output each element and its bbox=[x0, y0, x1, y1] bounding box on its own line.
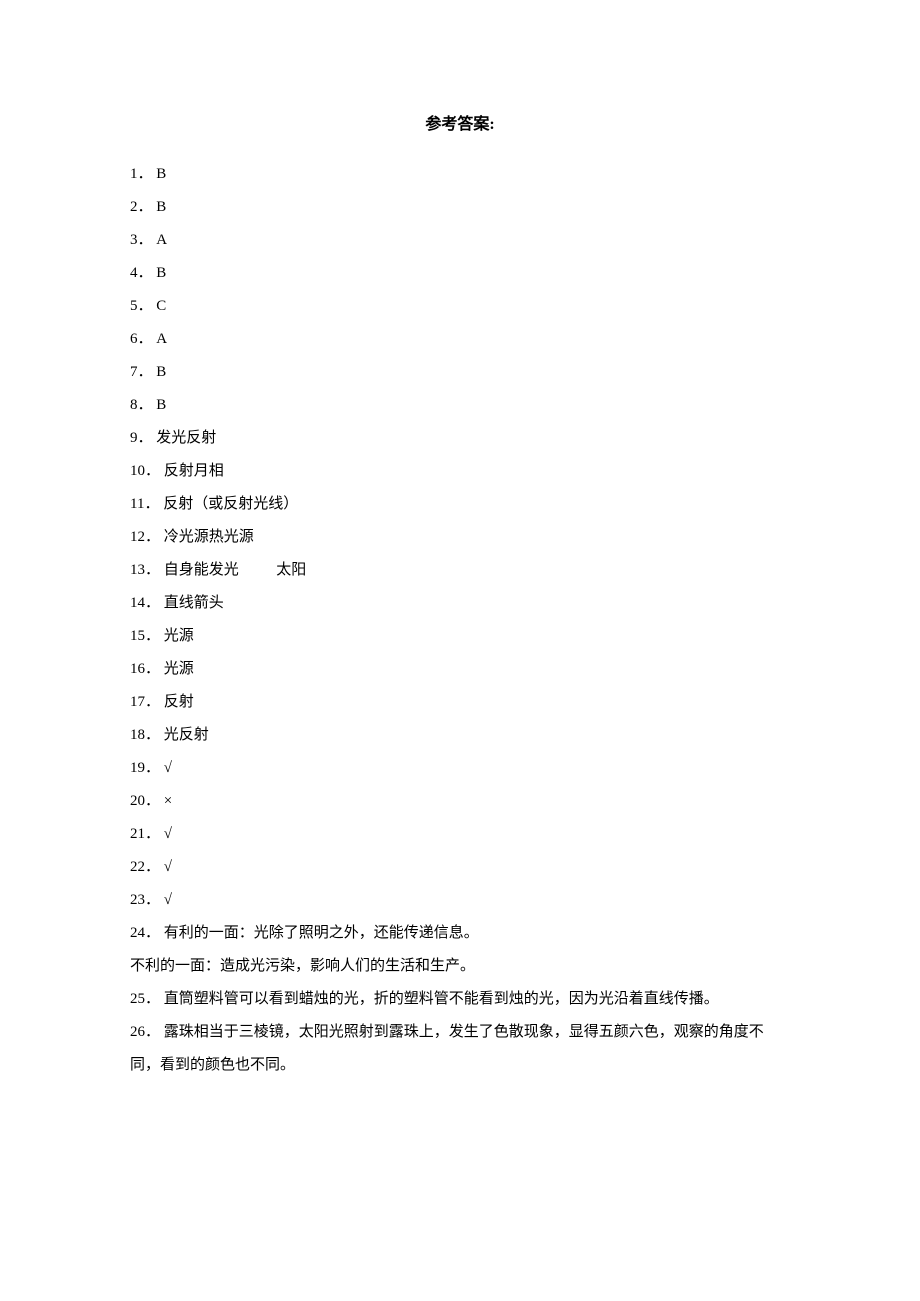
answer-line: 24． 有利的一面：光除了照明之外，还能传递信息。 bbox=[130, 917, 790, 950]
answer-line: 5． C bbox=[130, 290, 790, 323]
answer-num: 9． bbox=[130, 430, 153, 446]
answer-line: 12． 冷光源热光源 bbox=[130, 521, 790, 554]
answer-num: 2． bbox=[130, 199, 153, 215]
answer-num: 13． bbox=[130, 562, 160, 578]
answer-line: 1． B bbox=[130, 158, 790, 191]
answer-line: 2． B bbox=[130, 191, 790, 224]
answer-text: B bbox=[156, 191, 166, 224]
answer-line: 20． × bbox=[130, 785, 790, 818]
answer-text: B bbox=[156, 257, 166, 290]
extra-line: 25． 直筒塑料管可以看到蜡烛的光，折的塑料管不能看到烛的光，因为光沿着直线传播… bbox=[130, 983, 790, 1016]
answer-num: 8． bbox=[130, 397, 153, 413]
answer-line: 15． 光源 bbox=[130, 620, 790, 653]
answer-text: B bbox=[156, 158, 166, 191]
answer-num: 6． bbox=[130, 331, 153, 347]
answer-line: 19． √ bbox=[130, 752, 790, 785]
answer-line: 23． √ bbox=[130, 884, 790, 917]
answer-text: B bbox=[156, 356, 166, 389]
answer-text: 反射（或反射光线） bbox=[163, 488, 298, 521]
answer-num: 3． bbox=[130, 232, 153, 248]
answer-line: 9． 发光反射 bbox=[130, 422, 790, 455]
answer-text: √ bbox=[164, 884, 172, 917]
answer-text: 光源 bbox=[164, 620, 194, 653]
answer-num: 22． bbox=[130, 859, 160, 875]
answer-num: 12． bbox=[130, 529, 160, 545]
answer-text: C bbox=[156, 290, 166, 323]
answer-text: 反射 bbox=[164, 686, 194, 719]
answer-line: 16． 光源 bbox=[130, 653, 790, 686]
answer-line: 3． A bbox=[130, 224, 790, 257]
answer-num: 21． bbox=[130, 826, 160, 842]
answer-num: 10． bbox=[130, 463, 160, 479]
answer-line: 4． B bbox=[130, 257, 790, 290]
answer-line: 10． 反射月相 bbox=[130, 455, 790, 488]
answer-line: 6． A bbox=[130, 323, 790, 356]
answer-line: 18． 光反射 bbox=[130, 719, 790, 752]
answer-text: B bbox=[156, 389, 166, 422]
answer-line: 21． √ bbox=[130, 818, 790, 851]
answer-text: 发光反射 bbox=[156, 422, 216, 455]
answer-text: 自身能发光 太阳 bbox=[164, 554, 307, 587]
answer-text: √ bbox=[164, 818, 172, 851]
answer-num: 24． bbox=[130, 925, 160, 941]
answer-num: 20． bbox=[130, 793, 160, 809]
answer-line: 17． 反射 bbox=[130, 686, 790, 719]
extra-line: 不利的一面：造成光污染，影响人们的生活和生产。 bbox=[130, 950, 790, 983]
answer-num: 19． bbox=[130, 760, 160, 776]
answer-num: 23． bbox=[130, 892, 160, 908]
answer-num: 7． bbox=[130, 364, 153, 380]
answer-num: 11． bbox=[130, 496, 159, 512]
answer-num: 18． bbox=[130, 727, 160, 743]
answer-num: 5． bbox=[130, 298, 153, 314]
answer-text: 光源 bbox=[164, 653, 194, 686]
answer-line: 8． B bbox=[130, 389, 790, 422]
extra-line: 26． 露珠相当于三棱镜，太阳光照射到露珠上，发生了色散现象，显得五颜六色，观察… bbox=[130, 1016, 790, 1082]
answer-line: 14． 直线箭头 bbox=[130, 587, 790, 620]
answer-num: 4． bbox=[130, 265, 153, 281]
answer-line: 7． B bbox=[130, 356, 790, 389]
answer-text: A bbox=[156, 323, 167, 356]
answer-num: 14． bbox=[130, 595, 160, 611]
answer-line: 11． 反射（或反射光线） bbox=[130, 488, 790, 521]
answer-num: 15． bbox=[130, 628, 160, 644]
answer-line: 13． 自身能发光 太阳 bbox=[130, 554, 790, 587]
answer-text: 冷光源热光源 bbox=[164, 521, 254, 554]
answer-text: 有利的一面：光除了照明之外，还能传递信息。 bbox=[164, 917, 479, 950]
answer-line: 22． √ bbox=[130, 851, 790, 884]
answer-text: × bbox=[164, 785, 172, 818]
document-page: 参考答案: 1． B 2． B 3． A 4． B 5． C 6． A 7． B… bbox=[0, 0, 920, 1162]
answer-text: 直线箭头 bbox=[164, 587, 224, 620]
page-title: 参考答案: bbox=[130, 110, 790, 134]
answer-text: √ bbox=[164, 851, 172, 884]
answer-text: A bbox=[156, 224, 167, 257]
answer-num: 1． bbox=[130, 166, 153, 182]
answer-text: 光反射 bbox=[164, 719, 209, 752]
answer-num: 16． bbox=[130, 661, 160, 677]
answer-text: 反射月相 bbox=[164, 455, 224, 488]
answer-num: 17． bbox=[130, 694, 160, 710]
answer-text: √ bbox=[164, 752, 172, 785]
